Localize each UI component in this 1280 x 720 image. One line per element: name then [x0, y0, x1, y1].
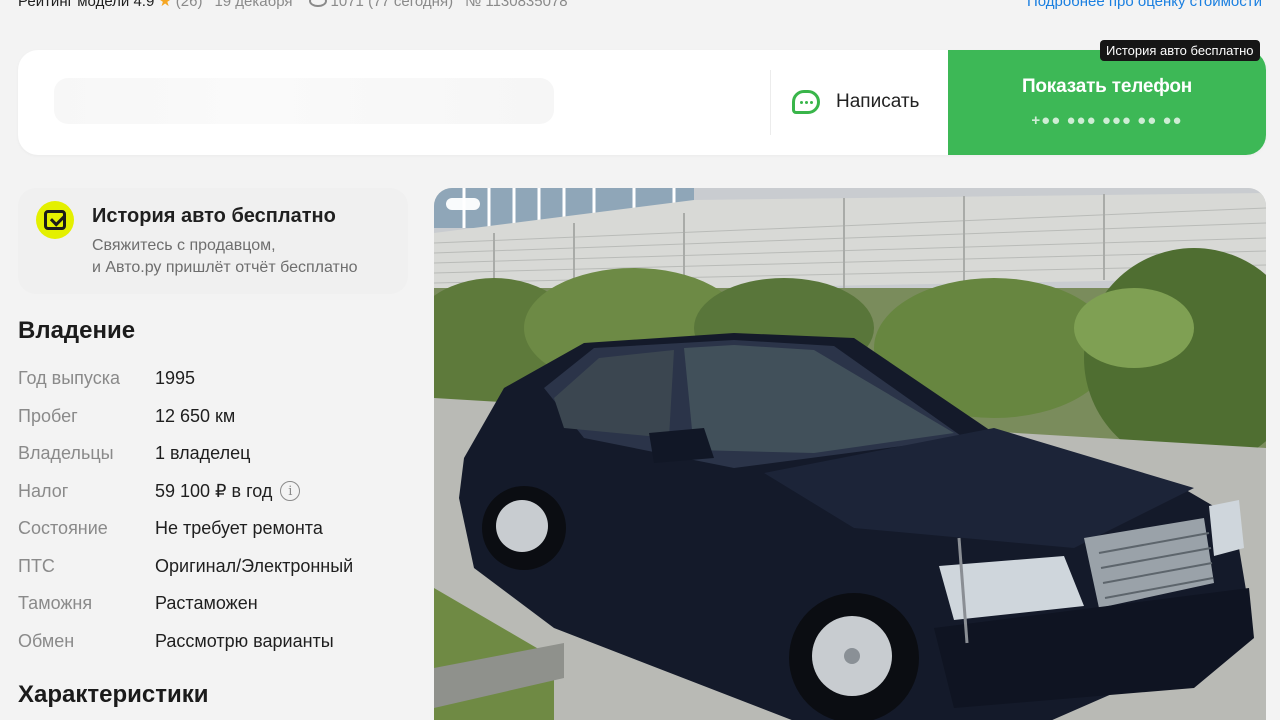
info-icon[interactable]: i: [280, 481, 301, 502]
history-line-1: Свяжитесь с продавцом,: [92, 237, 276, 254]
listing-meta-row: Рейтинг модели 4.9 ★ (26) 19 декабря 107…: [18, 0, 1262, 11]
photo-badge: [446, 198, 480, 210]
rating-count: (26): [175, 0, 203, 10]
spec-label: ПТС: [18, 555, 55, 576]
spec-label: Владельцы: [18, 443, 114, 464]
write-message-label: Написать: [836, 91, 920, 112]
spec-row-pts: ПТС Оригинал/Электронный: [18, 548, 418, 586]
spec-value: Оригинал/Электронный: [155, 555, 354, 576]
listing-id: № 1130835078: [465, 0, 568, 10]
spec-value: Не требует ремонта: [155, 518, 323, 539]
spec-value: Рассмотрю варианты: [155, 630, 334, 651]
show-phone-button[interactable]: Показать телефон +●● ●●● ●●● ●● ●●: [948, 50, 1266, 155]
chat-icon: [792, 90, 820, 114]
spec-value: 1995: [155, 368, 196, 389]
write-message-button[interactable]: Написать: [788, 80, 923, 124]
spec-label: Обмен: [18, 630, 75, 651]
spec-label: Состояние: [18, 518, 108, 539]
seller-action-bar: Написать Показать телефон +●● ●●● ●●● ●●…: [18, 50, 1266, 155]
spec-row-exchange: Обмен Рассмотрю варианты: [18, 623, 418, 661]
spec-label: Таможня: [18, 593, 93, 614]
model-rating: Рейтинг модели 4.9: [18, 0, 155, 10]
spec-label: Налог: [18, 480, 69, 501]
views-count: 1071 (77 сегодня): [330, 0, 454, 10]
history-tooltip: История авто бесплатно: [1100, 40, 1260, 61]
history-line-2: и Авто.ру пришлёт отчёт бесплатно: [92, 259, 358, 276]
spec-row-customs: Таможня Растаможен: [18, 585, 418, 623]
car-photo[interactable]: [434, 188, 1266, 720]
price-estimate-link[interactable]: Подробнее про оценку стоимости: [1027, 0, 1262, 10]
spec-value: Растаможен: [155, 593, 258, 614]
history-check-icon: [36, 201, 74, 239]
show-phone-label: Показать телефон: [1021, 76, 1193, 97]
spec-value: 1 владелец: [155, 443, 251, 464]
seller-info-placeholder: [54, 78, 554, 124]
listing-date: 19 декабря: [214, 0, 293, 10]
spec-row-condition: Состояние Не требует ремонта: [18, 510, 418, 548]
spec-label: Пробег: [18, 405, 78, 426]
spec-row-mileage: Пробег 12 650 км: [18, 398, 418, 436]
masked-phone-number: +●● ●●● ●●● ●● ●●: [1031, 112, 1183, 129]
characteristics-heading: Характеристики: [18, 681, 209, 708]
spec-row-tax: Налог 59 100 ₽ в год i: [18, 473, 418, 511]
spec-row-owners: Владельцы 1 владелец: [18, 435, 418, 473]
divider: [770, 70, 771, 135]
eye-icon: [308, 0, 327, 7]
history-card-title: История авто бесплатно: [92, 205, 336, 227]
ownership-heading: Владение: [18, 317, 136, 344]
star-icon: ★: [158, 0, 172, 10]
ownership-specs: Год выпуска 1995 Пробег 12 650 км Владел…: [18, 360, 418, 660]
spec-label: Год выпуска: [18, 368, 120, 389]
tax-value: 59 100 ₽ в год: [155, 480, 273, 501]
car-photo-illustration: [434, 188, 1266, 720]
spec-value-tax: 59 100 ₽ в год i: [155, 480, 301, 502]
free-history-card[interactable]: История авто бесплатно Свяжитесь с прода…: [18, 188, 408, 294]
spec-row-year: Год выпуска 1995: [18, 360, 418, 398]
spec-value: 12 650 км: [155, 405, 236, 426]
history-card-description: Свяжитесь с продавцом, и Авто.ру пришлёт…: [92, 235, 392, 279]
